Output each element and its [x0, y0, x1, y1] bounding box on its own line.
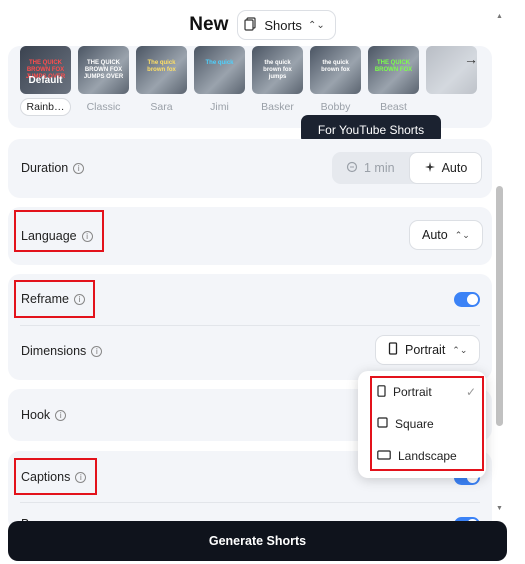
caption-style-item[interactable]: the quick brown fox Bobby [310, 46, 361, 116]
divider [20, 325, 480, 326]
caption-style-thumbnail: the quick brown fox [310, 46, 361, 94]
arrow-right-icon[interactable]: → [464, 51, 478, 67]
caption-style-thumbnail: THE QUICK BROWN FOX [368, 46, 419, 94]
dimensions-select-value: Portrait [405, 343, 446, 357]
info-icon: i [55, 409, 67, 421]
film-icon [346, 161, 358, 176]
caption-style-thumbnail: The quick [194, 46, 245, 94]
duration-option-auto-label: Auto [441, 161, 468, 175]
scrollbar-thumb[interactable] [496, 186, 503, 426]
highlight-dimensions-menu [370, 376, 484, 471]
caption-style-list: THE QUICK BROWN FOX JUMPS OVER Default Rai… [20, 46, 477, 116]
chevron-updown-icon: ⌃⌄ [307, 19, 325, 31]
caption-style-preview-text: the quick brown fox jumps [263, 60, 292, 80]
highlight-reframe [14, 280, 95, 318]
language-select-value: Auto [422, 228, 448, 242]
duration-option-1min-label: 1 min [364, 161, 395, 175]
generate-shorts-button[interactable]: Generate Shorts [8, 521, 507, 561]
default-badge: Default [28, 75, 63, 86]
caption-style-preview-text: THE QUICK BROWN FOX [374, 60, 413, 73]
caption-style-thumbnail: the quick brown fox jumps [252, 46, 303, 94]
duration-segmented: 1 min Auto [332, 152, 483, 184]
caption-style-item[interactable]: The quick brown fox Sara [136, 46, 187, 116]
caption-style-label: Basker [261, 101, 294, 113]
info-icon: i [91, 345, 103, 357]
caption-style-thumbnail: THE QUICK BROWN FOX JUMPS OVER Default [20, 46, 71, 94]
hook-label-text: Hook [21, 408, 51, 422]
page-title: New [189, 14, 229, 35]
dimensions-label: Dimensions i [21, 344, 103, 358]
sparkle-icon [424, 161, 436, 176]
highlight-language [14, 210, 104, 252]
caption-style-preview-text: The quick [205, 60, 234, 66]
chevron-updown-icon: ⌃⌄ [452, 344, 468, 355]
reframe-toggle[interactable] [454, 292, 480, 307]
caption-style-preview-text: THE QUICK BROWN FOX JUMPS OVER [83, 60, 124, 80]
highlight-captions [14, 458, 97, 495]
duration-label: Duration i [21, 161, 85, 175]
caption-style-label: Sara [150, 101, 173, 113]
scrollbar[interactable]: ▲ ▼ [496, 13, 503, 512]
caption-style-label: Classic [86, 101, 121, 113]
caption-style-label: Beast [380, 101, 407, 113]
duration-card: Duration i 1 min Auto [8, 139, 492, 198]
caption-style-item[interactable]: THE QUICK BROWN FOX JUMPS OVER Classic [78, 46, 129, 116]
dimensions-label-text: Dimensions [21, 344, 87, 358]
caption-style-item[interactable]: the quick brown fox jumps Basker [252, 46, 303, 116]
scroll-down-icon[interactable]: ▼ [496, 505, 503, 512]
chevron-updown-icon: ⌃⌄ [454, 229, 470, 240]
type-select[interactable]: Shorts ⌃⌄ [237, 10, 336, 40]
dimensions-select[interactable]: Portrait ⌃⌄ [375, 335, 481, 365]
header: New Shorts ⌃⌄ [0, 0, 525, 50]
caption-style-thumbnail: The quick brown fox [136, 46, 187, 94]
duration-option-auto[interactable]: Auto [408, 152, 483, 184]
duration-label-text: Duration [21, 161, 69, 175]
caption-style-label: Rainb… [20, 98, 71, 116]
info-icon: i [73, 162, 85, 174]
caption-style-label: Jimi [210, 101, 229, 113]
caption-style-item[interactable]: THE QUICK BROWN FOX JUMPS OVER Default Rai… [20, 46, 71, 116]
divider [20, 502, 480, 503]
caption-style-item[interactable]: THE QUICK BROWN FOX Beast [368, 46, 419, 116]
caption-style-preview-text: The quick brown fox [147, 60, 176, 73]
hook-label: Hook i [21, 408, 67, 422]
caption-style-label: Bobby [320, 101, 351, 113]
type-select-value: Shorts [264, 17, 302, 33]
scroll-up-icon[interactable]: ▲ [496, 13, 503, 20]
portrait-icon [388, 342, 398, 358]
caption-style-item[interactable]: The quick Jimi [194, 46, 245, 116]
caption-style-thumbnail: THE QUICK BROWN FOX JUMPS OVER [78, 46, 129, 94]
pages-icon [244, 16, 258, 34]
duration-option-1min[interactable]: 1 min [332, 152, 409, 184]
language-select[interactable]: Auto ⌃⌄ [409, 220, 483, 250]
caption-style-preview-text: the quick brown fox [321, 60, 350, 73]
